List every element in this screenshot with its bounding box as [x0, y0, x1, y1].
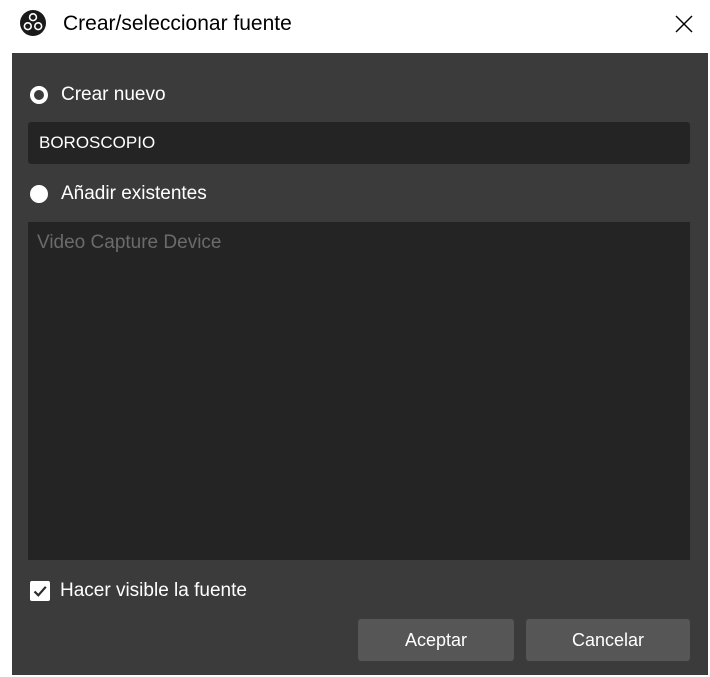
close-icon — [675, 15, 693, 33]
title-bar: Crear/seleccionar fuente — [0, 0, 710, 48]
close-button[interactable] — [658, 4, 710, 44]
cancel-button[interactable]: Cancelar — [526, 619, 690, 661]
create-new-radio[interactable]: Crear nuevo — [30, 84, 166, 106]
add-existing-label: Añadir existentes — [61, 183, 207, 204]
existing-sources-list[interactable]: Video Capture Device — [28, 222, 690, 560]
checkbox-checked-icon — [30, 581, 50, 601]
list-item[interactable]: Video Capture Device — [37, 232, 221, 254]
visible-checkbox-label: Hacer visible la fuente — [60, 580, 247, 601]
radio-unchecked-icon — [30, 185, 48, 203]
radio-checked-icon — [30, 86, 48, 104]
window-title: Crear/seleccionar fuente — [63, 12, 292, 35]
accept-button[interactable]: Aceptar — [358, 619, 514, 661]
visible-checkbox[interactable]: Hacer visible la fuente — [30, 580, 247, 602]
dialog-body: Crear nuevo Añadir existentes Video Capt… — [12, 53, 708, 675]
add-existing-radio[interactable]: Añadir existentes — [30, 183, 207, 205]
obs-logo-icon — [20, 10, 46, 36]
source-name-input[interactable] — [28, 122, 690, 164]
create-new-label: Crear nuevo — [61, 84, 166, 105]
